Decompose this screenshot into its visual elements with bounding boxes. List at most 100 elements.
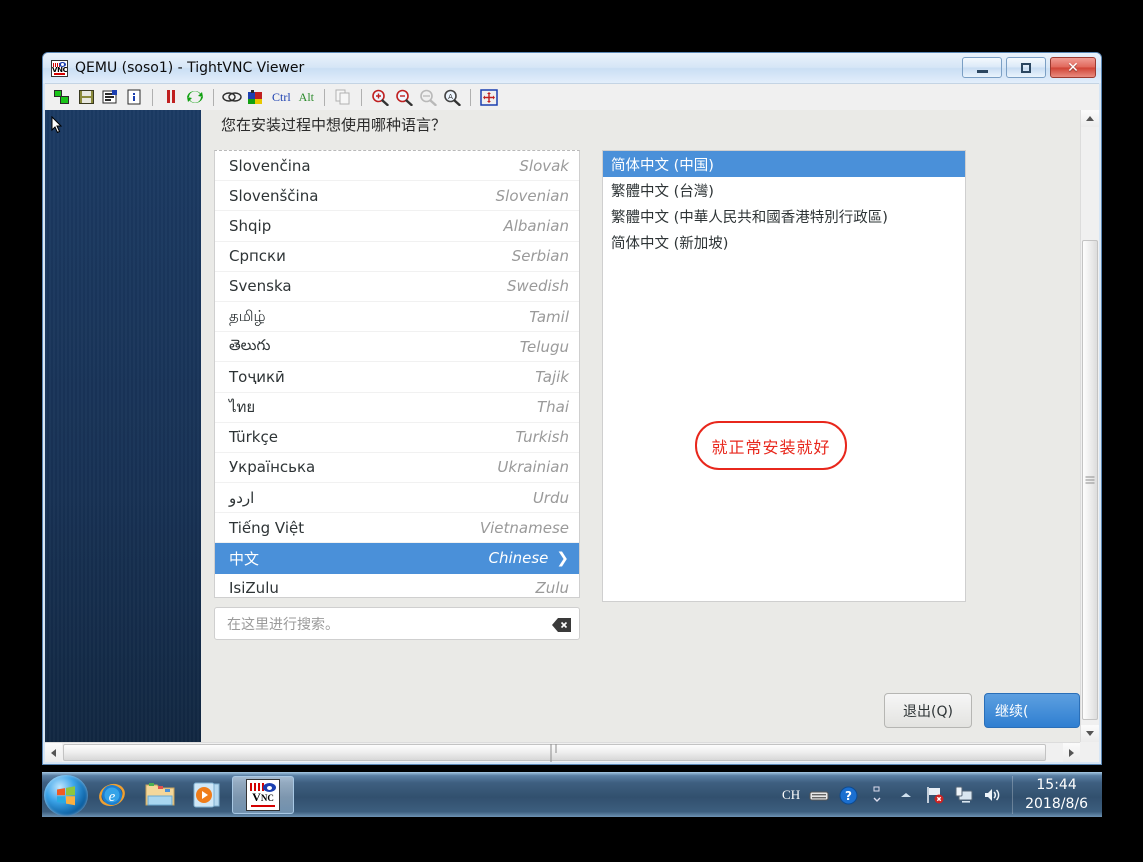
variant-list-item[interactable]: 简体中文 (新加坡) (603, 229, 965, 255)
guest-screen: 您在安装过程中想使用哪种语言？ Slovenčina Slovak Slovenšč… (45, 110, 1080, 742)
language-list-item[interactable]: Shqip Albanian (215, 211, 579, 242)
minimize-icon (976, 69, 988, 73)
taskbar-clock[interactable]: 15:44 2018/8/6 (1012, 776, 1096, 814)
scroll-down-button[interactable] (1081, 725, 1099, 742)
language-english-name: Tamil (529, 307, 569, 326)
window-title: QEMU (soso1) - TightVNC Viewer (75, 60, 305, 76)
continue-button[interactable]: 继续( (984, 693, 1080, 728)
language-native-name: Slovenščina (229, 186, 319, 205)
viewer-toolbar: Ctrl Alt A (45, 83, 1099, 110)
scroll-left-button[interactable] (45, 743, 62, 762)
windows-media-player-icon[interactable] (184, 776, 232, 814)
language-native-name: IsiZulu (229, 579, 279, 598)
volume-icon[interactable] (983, 785, 1003, 805)
language-list-item[interactable]: Slovenčina Slovak (215, 151, 579, 182)
horizontal-scrollbar[interactable] (45, 742, 1080, 762)
refresh-icon[interactable] (184, 87, 206, 108)
scroll-right-button[interactable] (1063, 743, 1080, 762)
scrollbar-grip-icon (548, 743, 561, 762)
language-list-item[interactable]: தமிழ் Tamil (215, 302, 579, 333)
language-native-name: Tiếng Việt (229, 518, 305, 537)
zoom-out-icon[interactable] (393, 87, 415, 108)
pause-icon[interactable] (160, 87, 182, 108)
display-icon[interactable] (954, 785, 974, 805)
show-hidden-icons-icon[interactable] (867, 785, 887, 805)
language-english-name: Vietnamese (479, 518, 569, 537)
language-list-item[interactable]: IsiZulu Zulu (215, 574, 579, 598)
language-list-item[interactable]: తెలుగు Telugu (215, 332, 579, 363)
language-list-item[interactable]: Тоҷикӣ Tajik (215, 362, 579, 393)
variant-list-item[interactable]: 繁體中文 (台灣) (603, 177, 965, 203)
new-connection-icon[interactable] (51, 87, 73, 108)
installer-button-row: 退出(Q) 继续( (884, 693, 1080, 728)
installer-content: 您在安装过程中想使用哪种语言？ Slovenčina Slovak Slovenšč… (201, 110, 1080, 742)
language-list-item[interactable]: Svenska Swedish (215, 272, 579, 302)
internet-explorer-icon[interactable]: e (88, 776, 136, 814)
quit-button[interactable]: 退出(Q) (884, 693, 972, 728)
language-list-item[interactable]: ไทย Thai (215, 393, 579, 423)
clear-backspace-icon[interactable] (552, 617, 571, 632)
alt-key-button[interactable]: Alt (296, 90, 317, 105)
vertical-scrollbar[interactable] (1080, 110, 1099, 742)
windows-start-orb-icon[interactable] (44, 774, 88, 816)
language-row-right: Tajik (535, 368, 569, 386)
help-icon[interactable]: ? (838, 785, 858, 805)
fullscreen-icon[interactable] (478, 87, 500, 108)
language-native-name: Shqip (229, 216, 272, 235)
chevron-up-icon[interactable] (896, 785, 916, 805)
language-list[interactable]: Slovenčina Slovak Slovenščina Slovenian Shqi… (214, 150, 580, 598)
toolbar-separator (324, 88, 326, 106)
restore-button[interactable] (1006, 57, 1046, 78)
windows-explorer-icon[interactable] (136, 776, 184, 814)
language-native-name: ไทย (229, 398, 256, 417)
connection-info-icon[interactable] (123, 87, 145, 108)
close-icon: ✕ (1067, 59, 1079, 76)
language-list-item[interactable]: 中文 Chinese ❯ (215, 543, 579, 574)
minimize-button[interactable] (962, 57, 1002, 78)
input-language-indicator[interactable]: CH (782, 787, 800, 803)
scroll-up-button[interactable] (1081, 110, 1099, 127)
zoom-auto-icon[interactable]: A (441, 87, 463, 108)
connection-options-icon[interactable] (99, 87, 121, 108)
language-list-item[interactable]: Українська Ukrainian (215, 453, 579, 484)
ctrl-key-button[interactable]: Ctrl (269, 90, 294, 105)
language-native-name: Српски (229, 247, 286, 266)
language-list-item[interactable]: Slovenščina Slovenian (215, 181, 579, 212)
language-row-right: Albanian (503, 217, 569, 235)
language-list-item[interactable]: Tiếng Việt Vietnamese (215, 513, 579, 544)
language-native-name: اردو (229, 488, 255, 507)
clipboard-icon[interactable] (332, 87, 354, 108)
send-keys-icon[interactable] (221, 87, 243, 108)
zoom-100-icon[interactable] (417, 87, 439, 108)
toolbar-separator (470, 88, 472, 106)
send-ctrl-alt-del-icon[interactable] (245, 87, 267, 108)
keyboard-icon[interactable] (809, 785, 829, 805)
vertical-scrollbar-thumb[interactable] (1082, 240, 1098, 720)
search-input[interactable]: 在这里进行搜索。 (214, 607, 580, 640)
close-button[interactable]: ✕ (1050, 57, 1096, 78)
language-english-name: Thai (536, 398, 569, 417)
language-english-name: Telugu (519, 337, 569, 356)
language-list-item[interactable]: Српски Serbian (215, 242, 579, 272)
save-connection-icon[interactable] (75, 87, 97, 108)
language-native-name: Svenska (229, 277, 292, 296)
variant-list-item[interactable]: 简体中文 (中国) (603, 151, 965, 177)
tightvnc-viewer-icon[interactable]: VNC (232, 776, 294, 814)
language-list-item[interactable]: Türkçe Turkish (215, 423, 579, 453)
window-titlebar[interactable]: VNC QEMU (soso1) - TightVNC Viewer ✕ (43, 53, 1101, 83)
network-flag-icon[interactable] (925, 785, 945, 805)
language-list-item[interactable]: اردو Urdu (215, 483, 579, 514)
tightvnc-viewer-window: VNC QEMU (soso1) - TightVNC Viewer ✕ Ctr… (42, 52, 1102, 765)
language-english-name: Serbian (511, 247, 569, 266)
annotation-callout: 就正常安装就好 (695, 421, 847, 470)
language-english-name: Tajik (535, 367, 569, 386)
language-native-name: Türkçe (229, 428, 278, 447)
language-variant-list[interactable]: 简体中文 (中国) 繁體中文 (台灣) 繁體中文 (中華人民共和國香港特別行政區) 简… (602, 150, 966, 602)
horizontal-scrollbar-thumb[interactable] (63, 743, 1046, 762)
zoom-in-icon[interactable] (369, 87, 391, 108)
chevron-right-icon: ❯ (556, 549, 569, 568)
language-row-right: Thai (537, 398, 569, 416)
toolbar-separator (361, 88, 363, 106)
variant-list-item[interactable]: 繁體中文 (中華人民共和國香港特別行政區) (603, 203, 965, 229)
vnc-logo-icon: VNC (51, 59, 68, 77)
